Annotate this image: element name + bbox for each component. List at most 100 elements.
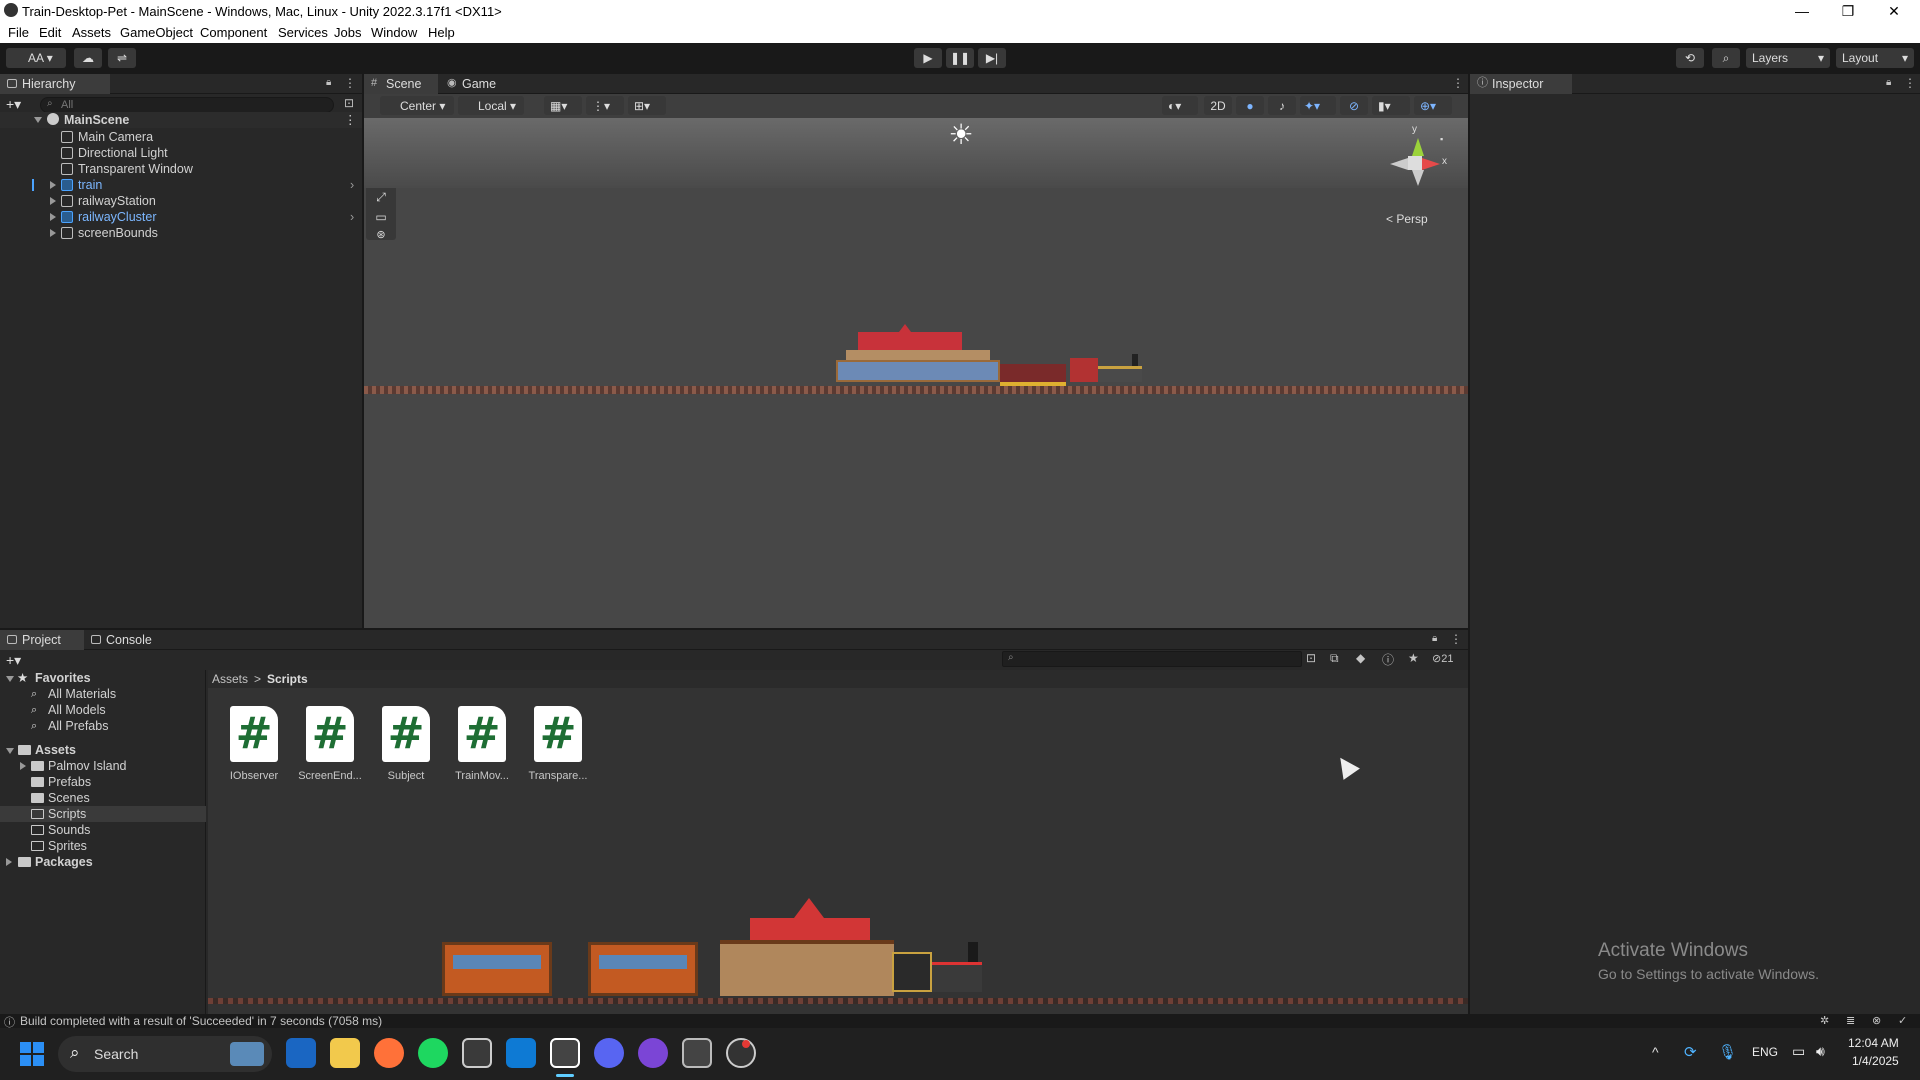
favorite-star-icon[interactable]: ★ [1408,651,1419,665]
breadcrumb-current[interactable]: Scripts [267,672,308,686]
train-locomotive[interactable] [1070,354,1148,386]
folder-item[interactable]: Sounds [0,822,206,838]
gizmo-x-arrow[interactable] [1422,158,1440,170]
lighting-icon[interactable]: ● [1236,96,1264,115]
gizmo-y-arrow[interactable] [1412,138,1424,156]
folder-item[interactable]: Palmov Island [0,758,206,774]
menu-services[interactable]: Services [278,25,328,40]
lock-icon[interactable]: ▪ [1440,134,1443,144]
favorite-item[interactable]: ⌕ All Models [0,702,206,718]
add-object-button[interactable]: +▾ [6,96,28,112]
favorites-row[interactable]: ★ Favorites [0,670,206,686]
menu-gameobject[interactable]: GameObject [120,25,193,40]
chevron-right-icon[interactable]: › [350,177,354,193]
log-filter-icon[interactable]: ⓘ [1382,651,1394,668]
undo-history-icon[interactable]: ⟲ [1676,48,1704,68]
layers-dropdown[interactable]: Layers ▾ [1746,48,1830,68]
microphone-icon[interactable]: 🎙︎ [1718,1043,1737,1061]
tab-scene[interactable]: # Scene [364,74,438,94]
scale-tool-icon[interactable]: ⤢ [370,190,392,206]
audio-icon[interactable]: ♪ [1268,96,1296,115]
gizmo-neg-x-arrow[interactable] [1390,158,1408,170]
hierarchy-item[interactable]: railwayCluster › [0,209,362,225]
expand-arrow-icon[interactable] [50,229,56,237]
chevron-up-icon[interactable]: ^ [1652,1044,1659,1060]
minimize-button[interactable]: — [1780,0,1824,22]
hierarchy-item[interactable]: Main Camera [0,129,362,145]
unity-hub-icon[interactable] [462,1038,492,1068]
chevron-right-icon[interactable]: › [350,209,354,225]
hierarchy-search-input[interactable]: ⌕ All [40,97,334,113]
orientation-gizmo[interactable]: y x ▪ [1378,124,1458,210]
tab-console[interactable]: Console [84,630,164,650]
railway-station[interactable] [836,324,1000,384]
gizmo-center[interactable] [1408,156,1422,170]
bug-icon[interactable]: ✲ [1820,1014,1829,1027]
effects-icon[interactable]: ✦▾ [1300,96,1336,115]
pause-button[interactable]: ❚❚ [946,48,974,68]
unity-icon[interactable] [682,1038,712,1068]
hierarchy-item[interactable]: railwayStation [0,193,362,209]
close-button[interactable]: ✕ [1872,0,1916,22]
search-icon[interactable]: ⌕ [1712,48,1740,68]
search-by-type-icon[interactable]: ⊡ [1306,651,1316,665]
file-explorer-icon[interactable] [330,1038,360,1068]
kebab-menu-icon[interactable]: ⋮ [1452,76,1464,90]
desktop-pet-locomotive[interactable] [892,942,988,996]
kebab-menu-icon[interactable]: ⋮ [1904,76,1916,90]
project-search-input[interactable]: ⌕ [1002,651,1302,667]
github-desktop-icon[interactable] [638,1038,668,1068]
sync-icon[interactable]: ⟳ [1684,1043,1697,1061]
gizmos-icon[interactable]: ⊕▾ [1414,96,1452,115]
folder-item[interactable]: Scenes [0,790,206,806]
hierarchy-item[interactable]: Directional Light [0,145,362,161]
script-asset[interactable]: # Subject [371,706,441,782]
rect-tool-icon[interactable]: ▭ [370,210,392,226]
play-button[interactable]: ▶ [914,48,942,68]
scene-search-icon[interactable]: ⊡ [344,96,354,110]
maximize-button[interactable]: ❐ [1826,0,1870,22]
pivot-mode-dropdown[interactable]: Center ▾ [380,96,454,115]
assets-root-row[interactable]: Assets [0,742,206,758]
camera-icon[interactable]: ▮▾ [1372,96,1410,115]
menu-window[interactable]: Window [371,25,417,40]
filter-by-type-icon[interactable]: ⧉ [1330,651,1339,666]
railway-track[interactable] [364,386,1468,394]
collab-icon[interactable]: ⇌ [108,48,136,68]
layout-dropdown[interactable]: Layout ▾ [1836,48,1914,68]
expand-arrow-icon[interactable] [6,676,14,682]
step-button[interactable]: ▶| [978,48,1006,68]
script-asset[interactable]: # IObserver [219,706,289,782]
unity-editor-icon[interactable] [550,1038,580,1068]
breadcrumb-assets[interactable]: Assets [212,672,248,686]
chatgpt-icon[interactable] [726,1038,756,1068]
expand-arrow-icon[interactable] [50,197,56,205]
expand-arrow-icon[interactable] [34,117,42,123]
cloud-icon[interactable]: ☁ [74,48,102,68]
kebab-menu-icon[interactable]: ⋮ [344,112,357,128]
gizmo-neg-y-arrow[interactable] [1412,170,1424,186]
menu-assets[interactable]: Assets [72,25,111,40]
favorite-item[interactable]: ⌕ All Materials [0,686,206,702]
draw-mode-dropdown[interactable]: ◐▾ [1162,96,1198,115]
transform-tool-icon[interactable]: ⊛ [370,228,392,241]
script-asset[interactable]: # Transpare... [523,706,593,782]
persp-label[interactable]: < Persp [1386,212,1428,226]
firefox-icon[interactable] [374,1038,404,1068]
taskbar-search-input[interactable]: ⌕ Search [58,1036,272,1072]
kebab-menu-icon[interactable]: ⋮ [1450,632,1462,646]
grid-visibility-toggle[interactable]: ⋮▾ [586,96,624,115]
cache-icon[interactable]: ⊗ [1872,1014,1881,1027]
folder-item[interactable]: Prefabs [0,774,206,790]
lock-icon[interactable]: 🔒︎ [326,77,331,88]
vscode-icon[interactable] [506,1038,536,1068]
favorite-item[interactable]: ⌕ All Prefabs [0,718,206,734]
train-wagon[interactable] [1000,364,1066,386]
discord-icon[interactable] [594,1038,624,1068]
menu-component[interactable]: Component [200,25,267,40]
grid-snap-toggle[interactable]: ▦▾ [544,96,582,115]
volume-icon[interactable]: 🔊︎ [1816,1043,1825,1060]
tab-inspector[interactable]: ⓘ Inspector [1470,74,1572,94]
folder-item[interactable]: Sprites [0,838,206,854]
lock-icon[interactable]: 🔒︎ [1432,633,1437,644]
